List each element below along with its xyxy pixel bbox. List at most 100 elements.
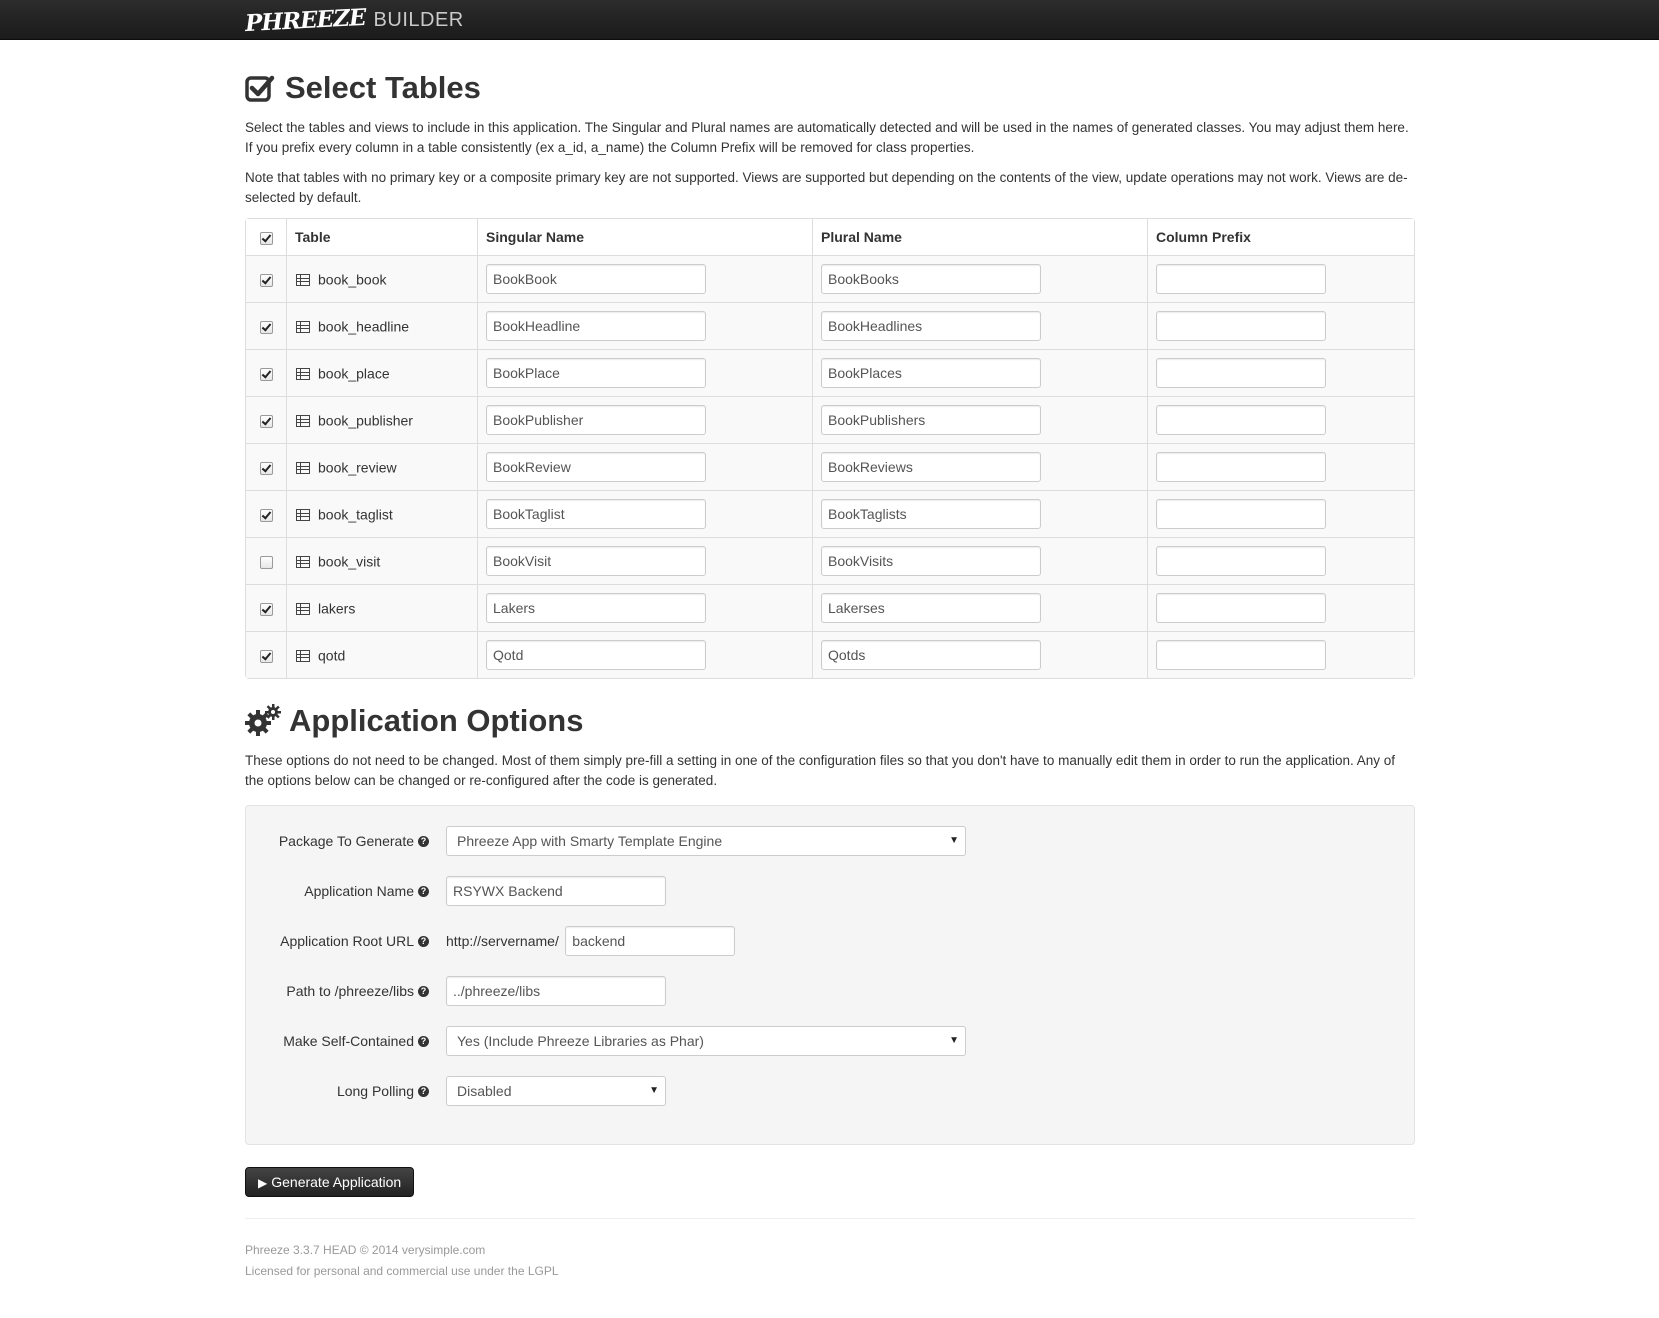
row-select-cell	[246, 490, 286, 537]
row-select-checkbox[interactable]	[259, 649, 273, 663]
row-select-checkbox[interactable]	[259, 508, 273, 522]
plural-cell	[812, 443, 1147, 490]
top-navbar: PHREEZE BUILDER	[0, 0, 1659, 40]
column-prefix-input[interactable]	[1156, 593, 1326, 623]
plural-name-input[interactable]	[821, 452, 1041, 482]
row-select-cell	[246, 349, 286, 396]
row-select-checkbox[interactable]	[259, 461, 273, 475]
column-prefix-input[interactable]	[1156, 546, 1326, 576]
table-row: book_book	[246, 255, 1414, 302]
singular-name-input[interactable]	[486, 546, 706, 576]
table-name-cell: book_taglist	[286, 490, 477, 537]
column-prefix-input[interactable]	[1156, 311, 1326, 341]
row-select-cell	[246, 631, 286, 678]
singular-name-input[interactable]	[486, 358, 706, 388]
long-polling-select[interactable]: Disabled ▼	[446, 1076, 666, 1106]
plural-cell	[812, 302, 1147, 349]
singular-name-input[interactable]	[486, 264, 706, 294]
long-polling-label-text: Long Polling	[336, 1083, 414, 1099]
row-select-checkbox[interactable]	[259, 555, 273, 569]
question-circle-icon[interactable]: ?	[418, 1085, 429, 1097]
package-label: Package To Generate?	[279, 826, 429, 856]
row-select-checkbox[interactable]	[259, 367, 273, 381]
column-prefix-input[interactable]	[1156, 405, 1326, 435]
column-prefix-input[interactable]	[1156, 640, 1326, 670]
select-all-checkbox[interactable]	[259, 231, 273, 245]
row-select-cell	[246, 302, 286, 349]
select-tables-intro: Select the tables and views to include i…	[245, 120, 1409, 155]
singular-name-input[interactable]	[486, 640, 706, 670]
plural-name-input[interactable]	[821, 640, 1041, 670]
table-icon	[296, 320, 310, 333]
singular-name-input[interactable]	[486, 593, 706, 623]
self-contained-label: Make Self-Contained?	[283, 1026, 429, 1056]
question-circle-icon[interactable]: ?	[418, 885, 429, 897]
table-row: book_taglist	[246, 490, 1414, 537]
tables-grid: Table Singular Name Plural Name Column P…	[245, 218, 1415, 679]
option-long-polling: Long Polling? Disabled ▼	[246, 1076, 1414, 1106]
row-select-checkbox[interactable]	[259, 414, 273, 428]
table-name-cell: book_review	[286, 443, 477, 490]
app-name-label: Application Name?	[304, 876, 429, 906]
plural-name-input[interactable]	[821, 499, 1041, 529]
table-name-cell: qotd	[286, 631, 477, 678]
column-prefix-input[interactable]	[1156, 452, 1326, 482]
col-header-table: Table	[286, 219, 477, 255]
plural-name-input[interactable]	[821, 264, 1041, 294]
singular-name-input[interactable]	[486, 499, 706, 529]
option-root-url: Application Root URL? http://servername/	[246, 926, 1414, 956]
plural-name-input[interactable]	[821, 311, 1041, 341]
plural-name-input[interactable]	[821, 546, 1041, 576]
table-icon	[296, 414, 310, 427]
caret-down-icon: ▼	[649, 1085, 659, 1096]
self-contained-select[interactable]: Yes (Include Phreeze Libraries as Phar) …	[446, 1026, 966, 1056]
question-circle-icon[interactable]: ?	[418, 985, 429, 997]
table-header-row: Table Singular Name Plural Name Column P…	[246, 219, 1414, 255]
singular-name-input[interactable]	[486, 452, 706, 482]
brand-link[interactable]: PHREEZE BUILDER	[244, 3, 464, 36]
table-name: book_publisher	[318, 412, 413, 429]
singular-cell	[477, 255, 812, 302]
prefix-cell	[1147, 396, 1414, 443]
libs-path-input[interactable]	[446, 976, 666, 1006]
singular-name-input[interactable]	[486, 311, 706, 341]
app-name-input[interactable]	[446, 876, 666, 906]
plural-name-input[interactable]	[821, 358, 1041, 388]
question-circle-icon[interactable]: ?	[418, 935, 429, 947]
table-icon	[296, 273, 310, 286]
table-name: book_book	[318, 271, 387, 288]
plural-cell	[812, 490, 1147, 537]
table-icon	[296, 555, 310, 568]
play-icon: ▶	[258, 1176, 268, 1190]
row-select-cell	[246, 255, 286, 302]
row-select-checkbox[interactable]	[259, 602, 273, 616]
select-all-cell	[246, 219, 286, 255]
table-row: book_review	[246, 443, 1414, 490]
table-name-cell: lakers	[286, 584, 477, 631]
plural-cell	[812, 396, 1147, 443]
question-circle-icon[interactable]: ?	[418, 1035, 429, 1047]
generate-application-button[interactable]: ▶ Generate Application	[245, 1167, 415, 1197]
app-options-heading: Application Options	[245, 703, 1415, 739]
plural-name-input[interactable]	[821, 593, 1041, 623]
column-prefix-input[interactable]	[1156, 358, 1326, 388]
question-circle-icon[interactable]: ?	[418, 835, 429, 847]
option-libs-path: Path to /phreeze/libs?	[246, 976, 1414, 1006]
root-url-input[interactable]	[565, 926, 736, 956]
row-select-checkbox[interactable]	[259, 273, 273, 287]
prefix-cell	[1147, 349, 1414, 396]
table-row: book_headline	[246, 302, 1414, 349]
plural-cell	[812, 584, 1147, 631]
singular-cell	[477, 302, 812, 349]
option-package: Package To Generate? Phreeze App with Sm…	[246, 826, 1414, 856]
column-prefix-input[interactable]	[1156, 264, 1326, 294]
plural-name-input[interactable]	[821, 405, 1041, 435]
app-options-intro: These options do not need to be changed.…	[245, 753, 1396, 788]
root-url-label: Application Root URL?	[280, 926, 429, 956]
singular-name-input[interactable]	[486, 405, 706, 435]
row-select-checkbox[interactable]	[259, 320, 273, 334]
column-prefix-input[interactable]	[1156, 499, 1326, 529]
table-name-cell: book_headline	[286, 302, 477, 349]
prefix-cell	[1147, 584, 1414, 631]
package-select[interactable]: Phreeze App with Smarty Template Engine …	[446, 826, 966, 856]
